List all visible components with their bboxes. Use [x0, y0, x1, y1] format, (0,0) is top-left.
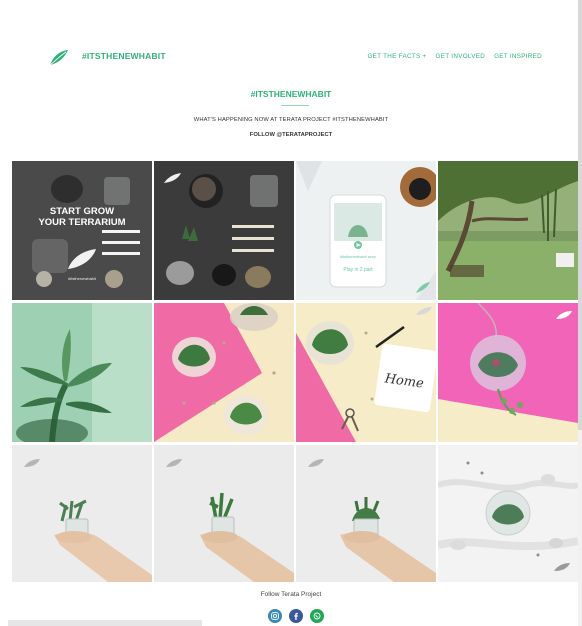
tile-text-line1: START GROW	[50, 206, 114, 217]
grid-photo-hand-terrarium-1[interactable]	[12, 445, 152, 584]
grid-photo-hanging-terrarium[interactable]	[438, 303, 578, 442]
follow-text: Follow Terata Project	[260, 591, 322, 598]
nav-get-the-facts[interactable]: GET THE FACTS +	[367, 53, 426, 60]
grid-photo-hand-terrarium-2[interactable]	[154, 445, 294, 584]
grid-photo-start-grow[interactable]: START GROW YOUR TERRARIUM #itsthenewhabi…	[12, 161, 152, 300]
tablet-caption: #itsthenewhabit story	[340, 255, 376, 259]
brand-name[interactable]: #ITSTHENEWHABIT	[82, 51, 166, 61]
tile-caption: #itsthenewhabit	[68, 276, 97, 281]
browser-status-bar	[8, 620, 202, 626]
follow-handle[interactable]: FOLLOW @TERATAPROJECT	[0, 132, 582, 138]
title-divider	[281, 105, 309, 106]
grid-photo-white-stones-terrarium[interactable]	[438, 445, 578, 584]
facebook-icon[interactable]	[289, 609, 303, 623]
social-links	[268, 609, 324, 623]
nav-get-inspired[interactable]: GET INSPIRED	[494, 53, 542, 60]
whatsapp-icon[interactable]	[310, 609, 324, 623]
top-nav: GET THE FACTS + GET INVOLVED GET INSPIRE…	[367, 53, 542, 60]
grid-photo-home-notebook[interactable]: Home	[296, 303, 436, 442]
tile-text-line2: YOUR TERRARIUM	[38, 217, 125, 228]
nav-get-involved[interactable]: GET INVOLVED	[436, 53, 486, 60]
grid-photo-succulent-closeup[interactable]	[12, 303, 152, 442]
grid-photo-pink-succulents[interactable]	[154, 303, 294, 442]
page-subtitle: WHAT'S HAPPENING NOW AT TERATA PROJECT #…	[193, 117, 389, 123]
instagram-grid: START GROW YOUR TERRARIUM #itsthenewhabi…	[12, 161, 578, 584]
scrollbar-thumb[interactable]	[578, 0, 582, 430]
grid-photo-tablet-video[interactable]: #itsthenewhabit story Play in 2 part	[296, 161, 436, 300]
leaf-logo-icon[interactable]	[49, 49, 69, 66]
tablet-button-label: Play in 2 part	[343, 267, 373, 273]
grid-photo-terrarium-supplies[interactable]	[154, 161, 294, 300]
page-title: #ITSTHENEWHABIT	[250, 89, 332, 99]
grid-photo-hand-terrarium-3[interactable]	[296, 445, 436, 584]
instagram-icon[interactable]	[268, 609, 282, 623]
grid-photo-garden-tree[interactable]	[438, 161, 578, 300]
